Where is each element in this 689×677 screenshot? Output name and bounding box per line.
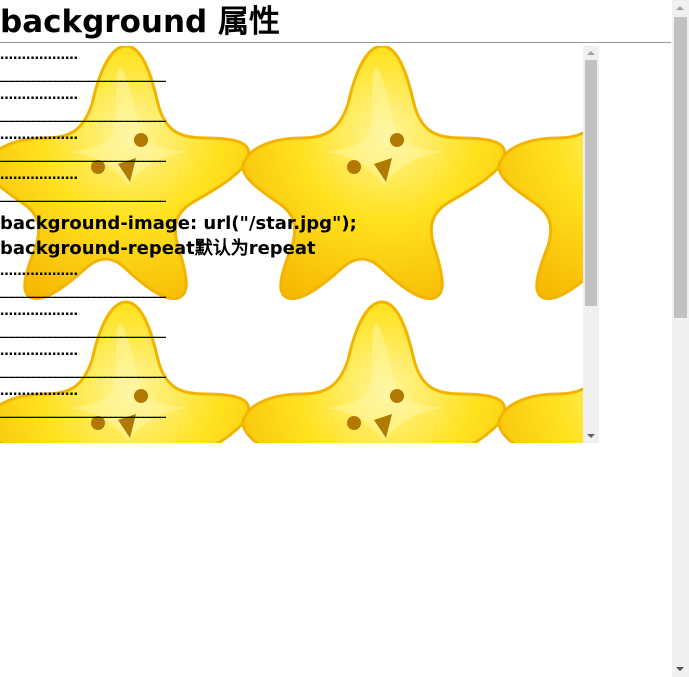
- code-line-background-image: background-image: url("/star.jpg");: [0, 213, 357, 234]
- scroll-up-arrow-icon[interactable]: [587, 51, 595, 55]
- demo-box-scrollbar[interactable]: [583, 46, 599, 443]
- dotted-line: ………………: [0, 344, 78, 359]
- underscore-line: ______________________________: [0, 148, 166, 163]
- title-divider: [0, 42, 671, 43]
- underscore-line: ______________________________: [0, 108, 166, 123]
- scroll-up-arrow-icon[interactable]: [676, 6, 684, 10]
- dotted-line: ………………: [0, 168, 78, 183]
- code-line-background-repeat: background-repeat默认为repeat: [0, 238, 316, 259]
- dotted-line: ………………: [0, 128, 78, 143]
- background-demo-box[interactable]: ……………… ______________________________ ………: [0, 46, 599, 443]
- dotted-line: ………………: [0, 48, 78, 63]
- page-scrollbar[interactable]: [672, 0, 689, 677]
- page-scroll-thumb[interactable]: [674, 17, 687, 318]
- demo-box-scroll-thumb[interactable]: [585, 60, 597, 306]
- page: background 属性 ……………… ___________________…: [0, 0, 689, 677]
- dotted-line: ………………: [0, 384, 78, 399]
- page-title: background 属性: [0, 4, 280, 40]
- scroll-down-arrow-icon[interactable]: [676, 667, 684, 671]
- underscore-line: ______________________________: [0, 188, 166, 203]
- dotted-line: ………………: [0, 264, 78, 279]
- dotted-line: ………………: [0, 304, 78, 319]
- underscore-line: ______________________________: [0, 284, 166, 299]
- dotted-line: ………………: [0, 88, 78, 103]
- underscore-line: ______________________________: [0, 324, 166, 339]
- underscore-line: ______________________________: [0, 68, 166, 83]
- underscore-line: ______________________________: [0, 404, 166, 419]
- scroll-down-arrow-icon[interactable]: [587, 434, 595, 438]
- underscore-line: ______________________________: [0, 364, 166, 379]
